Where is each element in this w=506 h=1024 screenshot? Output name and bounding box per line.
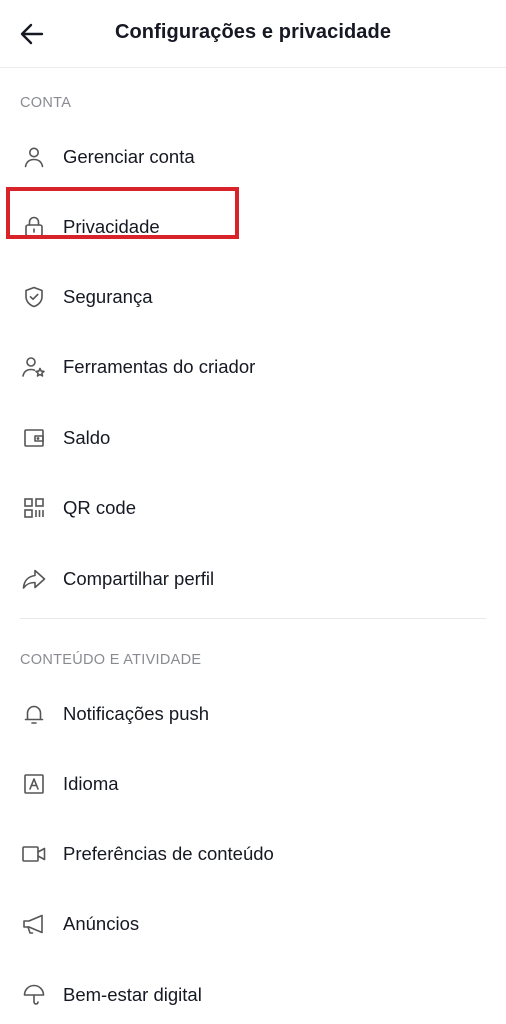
menu-item-label: Idioma [63, 773, 119, 794]
shield-check-icon [21, 284, 47, 310]
user-icon [21, 144, 47, 170]
highlight-box [6, 187, 239, 239]
menu-item-qr-code[interactable]: QR code [0, 480, 506, 536]
user-star-icon [21, 354, 47, 380]
menu-item-anuncios[interactable]: Anúncios [0, 896, 506, 952]
page-title: Configurações e privacidade [114, 21, 392, 43]
menu-item-seguranca[interactable]: Segurança [0, 269, 506, 325]
menu-item-label: Ferramentas do criador [63, 356, 256, 377]
section-title-conteudo-e-atividade: CONTEÚDO E ATIVIDADE [20, 652, 202, 668]
menu-item-label: Compartilhar perfil [63, 568, 215, 589]
menu-item-bem-estar-digital[interactable]: Bem-estar digital [0, 967, 506, 1023]
bell-icon [21, 701, 47, 727]
menu-item-gerenciar-conta[interactable]: Gerenciar conta [0, 129, 506, 185]
menu-item-ferramentas-do-criador[interactable]: Ferramentas do criador [0, 339, 506, 395]
menu-item-notificacoes-push[interactable]: Notificações push [0, 686, 506, 742]
menu-item-saldo[interactable]: Saldo [0, 410, 506, 466]
section-title-conta: CONTA [20, 95, 72, 111]
menu-item-preferencias-de-conteudo[interactable]: Preferências de conteúdo [0, 826, 506, 882]
menu-item-compartilhar-perfil[interactable]: Compartilhar perfil [0, 551, 506, 607]
menu-item-label: Saldo [63, 427, 111, 448]
language-icon [21, 771, 47, 797]
wallet-icon [21, 425, 47, 451]
video-camera-icon [21, 841, 47, 867]
menu-item-label: Bem-estar digital [63, 984, 202, 1005]
menu-item-label: Notificações push [63, 703, 210, 724]
menu-item-label: Gerenciar conta [63, 146, 195, 167]
menu-item-label: Segurança [63, 286, 153, 307]
header-bar: Configurações e privacidade [0, 0, 506, 68]
umbrella-icon [21, 982, 47, 1008]
menu-item-label: QR code [63, 497, 137, 518]
share-arrow-icon [21, 566, 47, 592]
menu-item-idioma[interactable]: Idioma [0, 756, 506, 812]
menu-item-label: Preferências de conteúdo [63, 843, 274, 864]
megaphone-icon [21, 911, 47, 937]
qr-code-icon [21, 495, 47, 521]
section-divider [20, 618, 486, 619]
menu-item-label: Anúncios [63, 913, 140, 934]
